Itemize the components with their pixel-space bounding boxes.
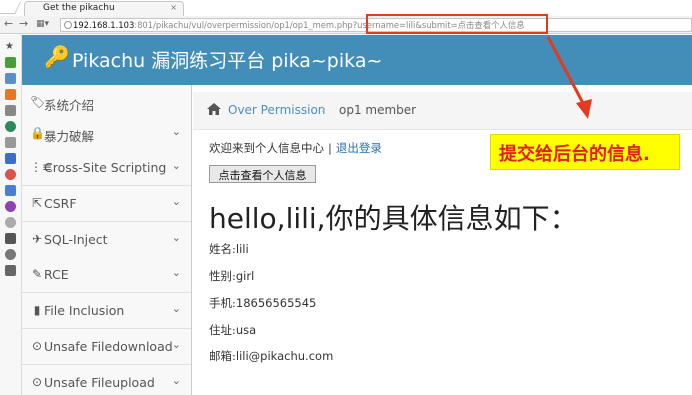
bulb-icon[interactable]	[5, 249, 16, 260]
back-icon[interactable]: ←	[4, 17, 13, 30]
info-field-label: 住址:	[209, 323, 236, 337]
tab-close-icon[interactable]: ×	[170, 3, 177, 12]
annotation-text: 提交给后台的信息.	[499, 144, 650, 165]
sidebar-item-label: RCE	[44, 267, 69, 282]
settings-icon[interactable]	[5, 217, 16, 228]
site-title[interactable]: Pikachu 漏洞练习平台 pika~pika~	[72, 46, 382, 73]
globe-icon[interactable]	[5, 121, 16, 132]
browser-tab[interactable]: Get the pikachu ×	[24, 1, 184, 16]
welcome-text: 欢迎来到个人信息中心	[209, 141, 324, 155]
info-field: 手机:18656565545	[209, 295, 316, 311]
chevron-down-icon: ⌄	[171, 266, 181, 279]
chevron-down-icon: ⌄	[171, 195, 181, 208]
info-field: 住址:usa	[209, 322, 256, 338]
sidebar-item[interactable]: ⊙ Unsafe Filedownload ⌄	[22, 329, 191, 365]
info-icon[interactable]	[5, 105, 16, 116]
tag-icon: 🏷	[30, 95, 46, 109]
chevron-down-icon: ⌄	[171, 231, 181, 244]
url-host: 192.168.1.103	[73, 20, 135, 30]
url-params-highlight	[366, 14, 548, 34]
lock-icon: 🔒	[30, 126, 45, 140]
welcome-separator: |	[328, 141, 332, 155]
home-icon[interactable]	[207, 103, 221, 115]
monitor-icon[interactable]	[5, 153, 16, 164]
sidebar-item-label: 系统介绍	[44, 98, 95, 113]
sidebar: 🏷 系统介绍 🔒 暴力破解 ⌄ ⋮≡ Cross-Site Scripting ⌄ ⇱ CSRF ⌄…	[22, 85, 192, 395]
sidebar-item-label: Unsafe Fileupload	[44, 375, 155, 390]
plane-icon: ✈	[31, 232, 43, 246]
info-field-value: lili@pikachu.com	[235, 349, 334, 363]
tab-corner	[0, 2, 21, 14]
pencil-icon: ✎	[31, 267, 43, 281]
puzzle-icon[interactable]	[5, 57, 16, 68]
window-icon[interactable]	[5, 233, 16, 244]
record-icon[interactable]	[5, 169, 16, 180]
key-logo-icon: 🔑	[44, 45, 71, 69]
download-icon: ⊙	[31, 339, 43, 353]
welcome-line: 欢迎来到个人信息中心 | 退出登录	[209, 140, 382, 156]
chevron-down-icon: ⌄	[171, 374, 181, 387]
annotation-box: 提交给后台的信息.	[490, 134, 680, 170]
star-icon[interactable]: ★	[5, 41, 16, 52]
sidebar-item[interactable]: ▮ File Inclusion ⌄	[22, 293, 191, 329]
info-field-value: usa	[235, 323, 257, 337]
browser-sidebar-strip: ★	[0, 35, 22, 395]
sidebar-item[interactable]: ⇱ CSRF ⌄	[22, 186, 191, 222]
sidebar-item[interactable]: ⊙ Unsafe Fileupload ⌄	[22, 365, 191, 395]
address-bar: ← → ▦▾ 192.168.1.103:801/pikachu/vul/ove…	[0, 16, 692, 34]
breadcrumb: Over Permission › op1 member	[193, 92, 692, 130]
person-icon[interactable]	[5, 185, 16, 196]
download-arrow-icon[interactable]	[5, 73, 16, 84]
info-field-label: 邮箱:	[209, 349, 236, 363]
annotation-arrow	[546, 36, 592, 119]
sidebar-item-label: 暴力破解	[44, 129, 95, 144]
info-field: 性别:girl	[209, 268, 254, 284]
link-icon[interactable]	[5, 137, 16, 148]
sidebar-item-label: SQL-Inject	[44, 232, 108, 247]
info-field: 邮箱:lili@pikachu.com	[209, 348, 333, 364]
forward-icon[interactable]: →	[19, 17, 28, 30]
browser-tab-bar: Get the pikachu ×	[0, 0, 692, 16]
sidebar-item-label: CSRF	[44, 196, 77, 211]
chevron-down-icon: ⌄	[171, 302, 181, 315]
sidebar-item-label: File Inclusion	[44, 303, 125, 318]
sidebar-item[interactable]: ✎ RCE ⌄	[22, 257, 191, 293]
extension-icon[interactable]	[5, 89, 16, 100]
grid-menu-icon[interactable]: ▦▾	[36, 19, 49, 29]
chevron-down-icon: ⌄	[171, 125, 181, 138]
info-field-label: 手机:	[209, 296, 236, 310]
info-field-value: 18656565545	[235, 296, 317, 310]
sidebar-item[interactable]: ✈ SQL-Inject ⌄	[22, 222, 191, 258]
circle-icon[interactable]	[5, 201, 16, 212]
breadcrumb-current: op1 member	[339, 103, 417, 117]
tag-extension-icon[interactable]	[5, 265, 16, 276]
info-field-label: 性别:	[209, 269, 236, 283]
greeting-heading: hello,lili,你的具体信息如下：	[209, 202, 578, 235]
info-field-value: girl	[235, 269, 255, 283]
logout-link[interactable]: 退出登录	[336, 141, 382, 155]
sidebar-item-label: Unsafe Filedownload	[44, 339, 173, 354]
tab-title: Get the pikachu	[43, 3, 115, 13]
filter-icon: ⋮≡	[30, 160, 53, 174]
site-info-icon[interactable]	[64, 21, 72, 29]
sidebar-item[interactable]: ⋮≡ Cross-Site Scripting ⌄	[22, 150, 191, 186]
chevron-down-icon: ⌄	[171, 338, 181, 351]
info-field: 姓名:lili	[209, 241, 249, 257]
sidebar-item-label: Cross-Site Scripting	[44, 160, 167, 175]
info-field-label: 姓名:	[209, 242, 236, 256]
chevron-down-icon: ⌄	[171, 159, 181, 172]
share-icon: ⇱	[31, 196, 43, 210]
breadcrumb-separator: ›	[321, 102, 327, 117]
breadcrumb-link[interactable]: Over Permission	[228, 103, 325, 117]
upload-icon: ⊙	[31, 375, 43, 389]
file-icon: ▮	[33, 303, 41, 317]
sidebar-item[interactable]: 🔒 暴力破解 ⌄	[22, 116, 191, 152]
view-info-button[interactable]: 点击查看个人信息	[209, 165, 316, 183]
info-field-value: lili	[235, 242, 249, 256]
